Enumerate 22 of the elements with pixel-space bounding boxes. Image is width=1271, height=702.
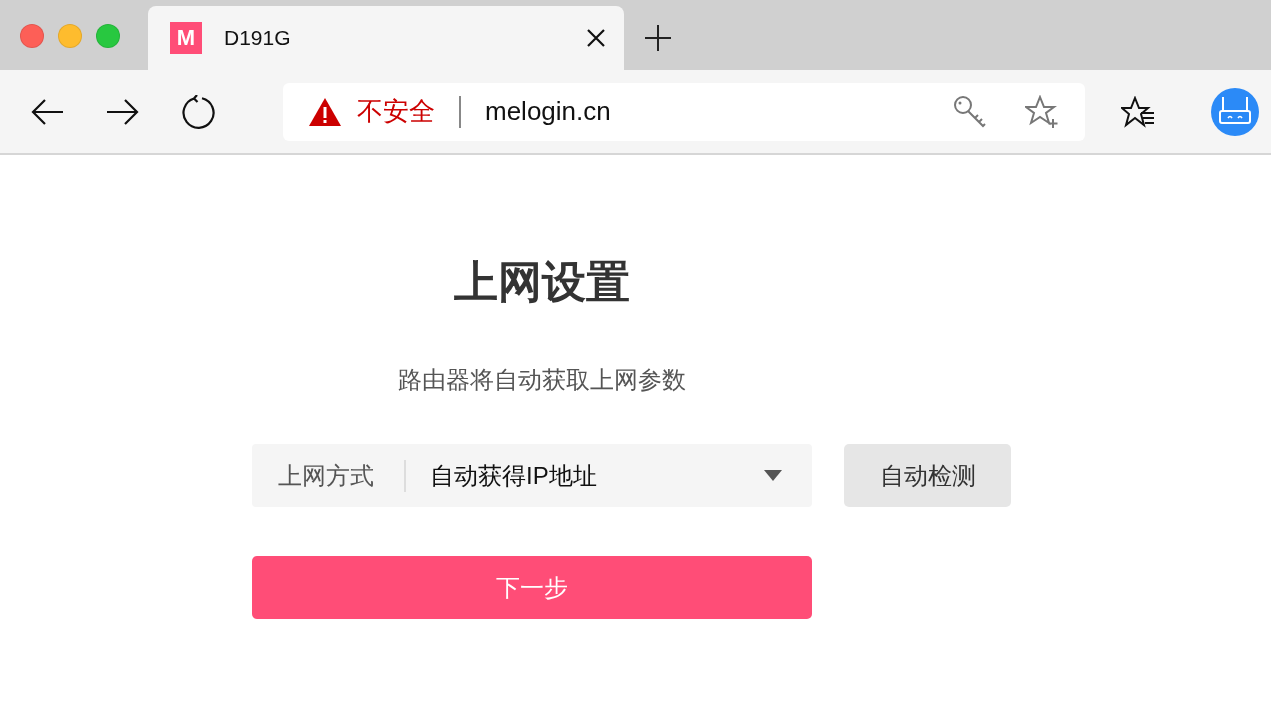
key-icon[interactable] [953, 94, 987, 129]
close-tab-icon[interactable] [586, 28, 606, 48]
address-bar[interactable]: 不安全 melogin.cn [283, 82, 1085, 141]
not-secure-label: 不安全 [357, 95, 435, 128]
dropdown-label: 上网方式 [278, 460, 374, 491]
connection-type-dropdown[interactable]: 上网方式 自动获得IP地址 [252, 444, 812, 507]
page-title: 上网设置 [454, 256, 630, 308]
url-text: melogin.cn [485, 96, 612, 127]
add-favorite-star-icon[interactable] [1025, 94, 1059, 129]
page-subtitle: 路由器将自动获取上网参数 [398, 365, 686, 395]
browser-tab[interactable]: M D191G [148, 6, 624, 70]
back-arrow-icon[interactable] [30, 97, 64, 126]
reload-icon[interactable] [182, 94, 216, 129]
forward-arrow-icon[interactable] [106, 97, 140, 126]
favorites-list-icon[interactable] [1121, 95, 1155, 128]
favicon: M [170, 22, 202, 54]
tab-title: D191G [224, 26, 292, 50]
warning-icon [309, 97, 341, 126]
dropdown-value: 自动获得IP地址 [430, 460, 598, 491]
auto-detect-button[interactable]: 自动检测 [844, 444, 1011, 507]
caret-icon [764, 470, 782, 481]
profile-avatar-icon[interactable] [1211, 87, 1259, 136]
